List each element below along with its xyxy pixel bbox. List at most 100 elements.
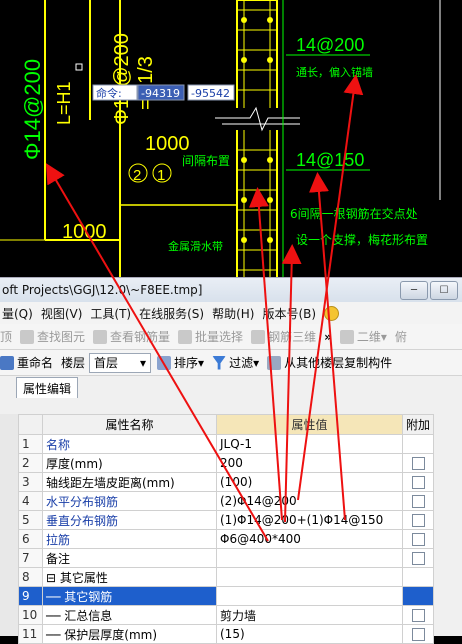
row-index: 8 xyxy=(18,567,43,587)
find-element-button[interactable]: 查找图元 xyxy=(20,328,85,345)
extra-checkbox[interactable] xyxy=(411,609,425,622)
query-rebar-button[interactable]: 查看钢筋量 xyxy=(93,328,170,345)
table-row[interactable]: 11 ── 保护层厚度(mm) (15) xyxy=(18,624,435,644)
batch-select-button[interactable]: 批量选择 xyxy=(178,328,243,345)
table-row[interactable]: 10 ── 汇总信息 剪力墙 xyxy=(18,605,435,625)
copy-from-floor-button[interactable]: 从其他楼层复制构件 xyxy=(267,354,392,371)
property-value-cell[interactable]: 剪力墙 xyxy=(216,605,403,625)
sort-button[interactable]: 排序 ▾ xyxy=(157,354,204,371)
cad-circle-1-label: 1 xyxy=(157,167,165,184)
extra-checkbox-cell[interactable] xyxy=(401,605,435,625)
view-mode-select[interactable]: 二维 ▾ xyxy=(339,328,387,345)
extra-checkbox[interactable] xyxy=(411,533,425,546)
row-index: 4 xyxy=(18,491,43,511)
cad-label-h1-3: =H1/3 xyxy=(135,56,157,110)
extra-checkbox-cell[interactable] xyxy=(401,548,435,568)
property-value-cell[interactable]: JLQ-1 xyxy=(216,434,403,454)
copy-icon xyxy=(267,355,282,370)
row-index: 10 xyxy=(18,605,43,625)
extra-checkbox-cell[interactable] xyxy=(401,586,435,606)
cad-command-label: 命令: xyxy=(96,86,122,100)
extra-checkbox-cell[interactable] xyxy=(401,472,435,492)
toolbar-item-top-view[interactable]: 俯 xyxy=(395,328,407,345)
property-value-cell[interactable]: (1)Φ14@200+(1)Φ14@150 xyxy=(216,510,403,530)
sort-icon xyxy=(157,355,172,370)
property-value-cell[interactable]: 200 xyxy=(216,453,403,473)
property-name-cell: 水平分布钢筋 xyxy=(42,491,217,511)
property-value-cell[interactable]: (15) xyxy=(216,624,403,644)
header-extra[interactable]: 附加 xyxy=(401,414,435,435)
query-rebar-label: 查看钢筋量 xyxy=(110,330,171,344)
tab-property-edit[interactable]: 属性编辑 xyxy=(16,377,79,398)
floor-select[interactable]: 首层 ▾ xyxy=(89,352,152,373)
table-row[interactable]: 5 垂直分布钢筋 (1)Φ14@200+(1)Φ14@150 xyxy=(18,510,435,530)
extra-checkbox-cell[interactable] xyxy=(401,491,435,511)
header-property-value[interactable]: 属性值 xyxy=(216,414,403,435)
extra-checkbox[interactable] xyxy=(411,495,425,508)
rebar-3d-button[interactable]: 钢筋三维 xyxy=(251,328,316,345)
extra-checkbox-cell[interactable] xyxy=(401,510,435,530)
maximize-button[interactable]: ☐ xyxy=(430,281,458,300)
left-panel-strip xyxy=(0,414,19,636)
extra-checkbox[interactable] xyxy=(411,457,425,470)
row-index: 9 xyxy=(18,586,43,606)
cad-note-gold: 金属滑水带 xyxy=(168,239,223,253)
menu-item-view[interactable]: 视图(V) xyxy=(41,305,83,322)
table-row[interactable]: 4 水平分布钢筋 (2)Φ14@200 xyxy=(18,491,435,511)
table-row[interactable]: 8 ⊟ 其它属性 xyxy=(18,567,435,587)
property-value-cell[interactable] xyxy=(216,567,403,587)
toolbar-overflow-chevron-icon[interactable]: » xyxy=(324,330,332,344)
extra-checkbox-cell[interactable] xyxy=(401,624,435,644)
extra-checkbox-cell[interactable] xyxy=(401,434,435,454)
table-row[interactable]: 7 备注 xyxy=(18,548,435,568)
table-header-row: 属性名称 属性值 附加 xyxy=(18,414,435,435)
property-value-cell[interactable]: Φ6@400*400 xyxy=(216,529,403,549)
cad-circle-2-label: 2 xyxy=(133,167,141,184)
property-name-cell: 垂直分布钢筋 xyxy=(42,510,217,530)
cad-cursor-box xyxy=(75,63,83,71)
toolbar-item-top[interactable]: 顶 xyxy=(0,328,12,345)
property-value-cell[interactable]: (100) xyxy=(216,472,403,492)
menu-item-tools[interactable]: 工具(T) xyxy=(90,305,131,322)
menu-item-help[interactable]: 帮助(H) xyxy=(212,305,254,322)
menu-item-online[interactable]: 在线服务(S) xyxy=(139,305,204,322)
extra-checkbox[interactable] xyxy=(411,552,425,565)
rename-icon xyxy=(0,355,14,370)
floor-value: 首层 xyxy=(94,356,119,370)
rebar-3d-icon xyxy=(251,329,266,344)
menu-item-quantity[interactable]: 量(Q) xyxy=(2,305,33,322)
property-value-cell[interactable] xyxy=(216,586,403,606)
cad-drawing-canvas[interactable]: Φ14@200 L=H1 Φ14@200 =H1/3 1000 1000 2 1… xyxy=(0,0,462,281)
extra-checkbox[interactable] xyxy=(411,476,425,489)
floor-label: 楼层 xyxy=(61,356,86,370)
toolbar-secondary: 重命名 楼层 首层 ▾ 排序 ▾ 过滤 ▾ 从其他楼层复制构件 xyxy=(0,350,462,376)
table-row[interactable]: 1 名称 JLQ-1 xyxy=(18,434,435,454)
property-name-cell: 备注 xyxy=(42,548,217,568)
table-row[interactable]: 6 拉筋 Φ6@400*400 xyxy=(18,529,435,549)
property-name-cell: 厚度(mm) xyxy=(42,453,217,473)
chevron-down-icon: ▾ xyxy=(140,355,147,370)
filter-button[interactable]: 过滤 ▾ xyxy=(212,354,259,371)
menu-bar: 量(Q) 视图(V) 工具(T) 在线服务(S) 帮助(H) 版本号(B) xyxy=(0,302,462,324)
menu-item-version[interactable]: 版本号(B) xyxy=(262,305,316,322)
rename-button[interactable]: 重命名 xyxy=(0,354,53,371)
extra-checkbox-cell[interactable] xyxy=(401,567,435,587)
minimize-button[interactable]: ─ xyxy=(400,281,428,300)
smiley-icon[interactable] xyxy=(324,305,340,321)
extra-checkbox-cell[interactable] xyxy=(401,453,435,473)
toolbar-primary: 顶 查找图元 查看钢筋量 批量选择 钢筋三维 » 二维 ▾ 俯 xyxy=(0,324,462,350)
view-2d-icon xyxy=(339,329,354,344)
property-value-cell[interactable]: (2)Φ14@200 xyxy=(216,491,403,511)
cad-command-x-value: -94319 xyxy=(141,87,180,100)
table-row[interactable]: 3 轴线距左墙皮距离(mm) (100) xyxy=(18,472,435,492)
copy-from-floor-label: 从其他楼层复制构件 xyxy=(284,356,393,370)
extra-checkbox-cell[interactable] xyxy=(401,529,435,549)
property-value-cell[interactable] xyxy=(216,548,403,568)
rename-label: 重命名 xyxy=(17,356,54,370)
table-row[interactable]: 2 厚度(mm) 200 xyxy=(18,453,435,473)
filter-label: 过滤 xyxy=(229,356,254,370)
header-property-name[interactable]: 属性名称 xyxy=(42,414,217,435)
table-row[interactable]: 9 ── 其它钢筋 xyxy=(18,586,435,606)
extra-checkbox[interactable] xyxy=(411,514,425,527)
property-table-body: 1 名称 JLQ-1 2 厚度(mm) 200 3 轴线距左墙皮距离(mm) (100) 4 水平分… xyxy=(18,434,435,644)
